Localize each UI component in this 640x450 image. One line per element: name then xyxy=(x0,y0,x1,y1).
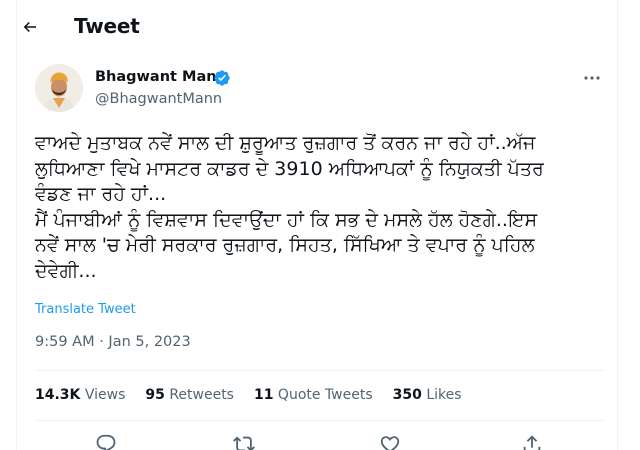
tweet-actions xyxy=(35,433,605,450)
more-options-icon xyxy=(584,76,600,80)
divider-top xyxy=(35,370,605,371)
timeline-left-border xyxy=(16,0,17,450)
translate-tweet-link[interactable]: Translate Tweet xyxy=(35,302,136,317)
back-arrow-icon xyxy=(23,21,36,33)
author-handle[interactable]: @BhagwantMann xyxy=(95,91,222,107)
views-label: Views xyxy=(84,387,126,403)
timeline-right-border xyxy=(617,0,618,450)
likes-stat[interactable]: 350 Likes xyxy=(393,387,462,403)
share-icon xyxy=(523,435,541,450)
divider-bottom xyxy=(35,420,605,421)
page-title: Tweet xyxy=(74,14,140,38)
quotes-label: Quote Tweets xyxy=(277,387,373,403)
tweet-stats: 14.3K Views 95 Retweets 11 Quote Tweets … xyxy=(35,387,482,403)
back-button[interactable] xyxy=(17,14,43,40)
tweet-timestamp[interactable]: 9:59 AM · Jan 5, 2023 xyxy=(35,334,191,350)
likes-label: Likes xyxy=(426,387,462,403)
more-options-button[interactable] xyxy=(580,68,604,88)
quotes-stat[interactable]: 11 Quote Tweets xyxy=(254,387,373,403)
author-name[interactable]: Bhagwant Mann xyxy=(95,69,227,85)
like-button[interactable] xyxy=(379,433,401,450)
avatar[interactable] xyxy=(35,64,83,112)
retweet-button[interactable] xyxy=(233,433,255,450)
likes-count: 350 xyxy=(392,387,422,403)
avatar-image xyxy=(35,64,83,112)
tweet-text: ਵਾਅਦੇ ਮੁਤਾਬਕ ਨਵੇਂ ਸਾਲ ਦੀ ਸ਼ੁਰੂਆਤ ਰੁਜ਼ਗਾਰ… xyxy=(35,132,544,282)
quotes-count: 11 xyxy=(253,387,274,403)
verified-badge-icon xyxy=(213,69,231,87)
retweets-label: Retweets xyxy=(169,387,234,403)
share-button[interactable] xyxy=(521,433,543,450)
retweets-count: 95 xyxy=(145,387,165,403)
views-stat[interactable]: 14.3K Views xyxy=(35,387,125,403)
views-count: 14.3K xyxy=(35,387,81,403)
retweet-icon xyxy=(233,436,255,450)
like-icon xyxy=(380,436,400,450)
reply-button[interactable] xyxy=(95,433,117,450)
reply-icon xyxy=(96,434,116,450)
retweets-stat[interactable]: 95 Retweets xyxy=(145,387,234,403)
